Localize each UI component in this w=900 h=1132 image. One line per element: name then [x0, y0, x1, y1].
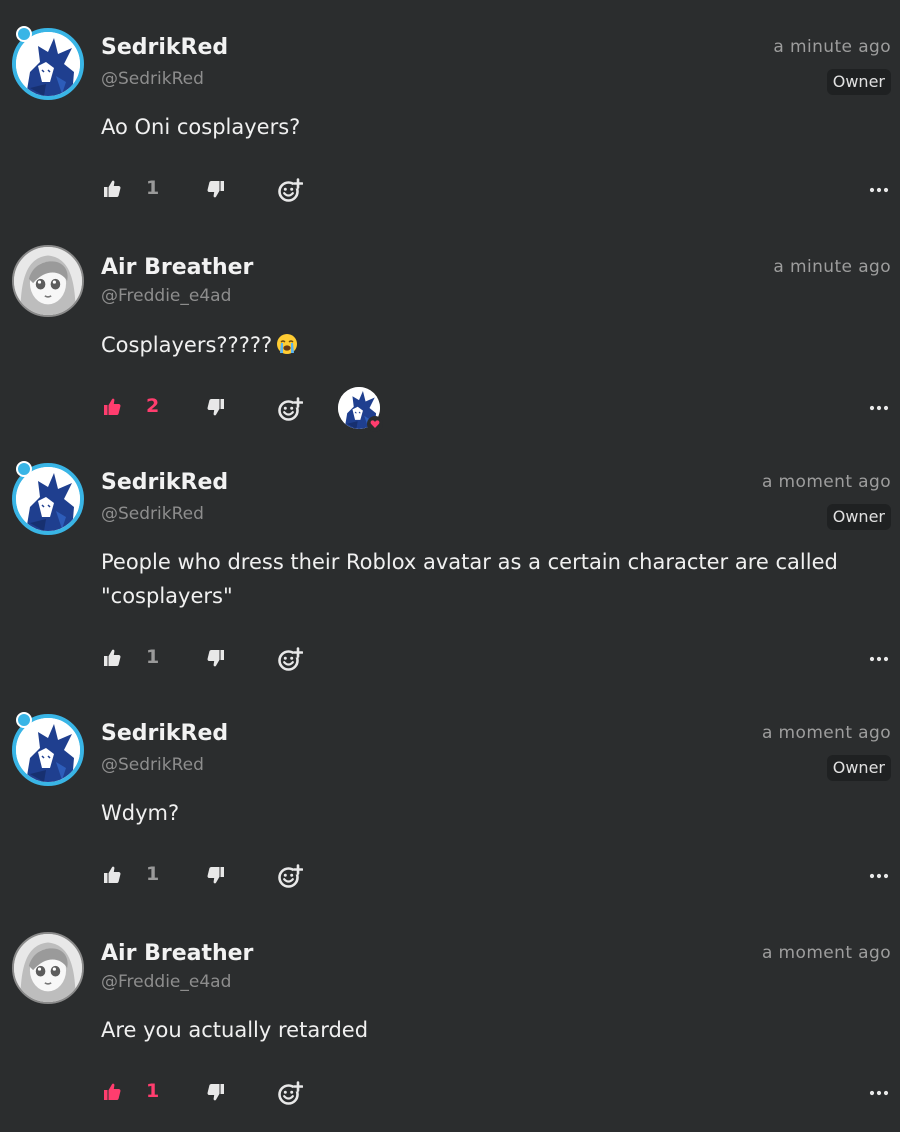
loudly-crying-face-icon [277, 334, 298, 354]
more-options-icon [869, 187, 889, 193]
avatar[interactable] [12, 932, 84, 1004]
dislike-button[interactable] [205, 647, 227, 669]
more-options-icon [869, 405, 889, 411]
like-count: 2 [146, 395, 160, 417]
thumbs-down-icon [206, 1082, 226, 1102]
avatar-badge-icon [16, 26, 32, 42]
add-reaction-icon [277, 863, 303, 889]
add-reaction-button[interactable] [276, 645, 303, 672]
comment-text: Ao Oni cosplayers? [101, 115, 301, 139]
display-name[interactable]: SedrikRed [101, 721, 228, 746]
more-options-icon [869, 873, 889, 879]
timestamp: a minute ago [773, 37, 891, 57]
comment-text: People who dress their Roblox avatar as … [101, 550, 838, 608]
dislike-button[interactable] [205, 396, 227, 418]
dislike-button[interactable] [205, 178, 227, 200]
thumbs-up-icon [102, 179, 122, 199]
more-options-icon [869, 1090, 889, 1096]
comment-text: Are you actually retarded [101, 1018, 369, 1042]
like-button[interactable] [101, 647, 123, 669]
thumbs-down-icon [206, 179, 226, 199]
add-reaction-button[interactable] [276, 862, 303, 889]
heart-icon [367, 416, 383, 432]
more-options-icon [869, 656, 889, 662]
avatar-badge-icon [16, 712, 32, 728]
user-handle[interactable]: @Freddie_e4ad [101, 286, 231, 306]
comment-text-content: Cosplayers????? [101, 333, 273, 357]
add-reaction-button[interactable] [276, 1079, 303, 1106]
user-handle[interactable]: @SedrikRed [101, 504, 204, 524]
display-name[interactable]: Air Breather [101, 255, 253, 280]
display-name[interactable]: Air Breather [101, 941, 253, 966]
thumbs-up-icon [102, 648, 122, 668]
timestamp: a moment ago [761, 723, 891, 743]
timestamp: a moment ago [761, 943, 891, 963]
reaction-user-avatar[interactable] [338, 387, 383, 432]
thumbs-down-icon [206, 397, 226, 417]
owner-badge: Owner [826, 69, 891, 95]
avatar-badge-icon [16, 461, 32, 477]
like-button[interactable] [101, 396, 123, 418]
add-reaction-icon [277, 396, 303, 422]
avatar[interactable] [12, 245, 84, 317]
like-count: 1 [146, 646, 160, 668]
more-options-button[interactable] [868, 1088, 890, 1098]
more-options-button[interactable] [868, 871, 890, 881]
owner-badge: Owner [826, 504, 891, 530]
thumbs-down-icon [206, 865, 226, 885]
user-handle[interactable]: @Freddie_e4ad [101, 972, 231, 992]
add-reaction-icon [277, 177, 303, 203]
timestamp: a minute ago [773, 257, 891, 277]
add-reaction-icon [277, 1080, 303, 1106]
like-count: 1 [146, 177, 160, 199]
like-button[interactable] [101, 178, 123, 200]
thumbs-up-icon [102, 1082, 122, 1102]
user-handle[interactable]: @SedrikRed [101, 755, 204, 775]
dislike-button[interactable] [205, 864, 227, 886]
display-name[interactable]: SedrikRed [101, 35, 228, 60]
add-reaction-button[interactable] [276, 176, 303, 203]
display-name[interactable]: SedrikRed [101, 470, 228, 495]
more-options-button[interactable] [868, 403, 890, 413]
thumbs-up-icon [102, 397, 122, 417]
like-button[interactable] [101, 1081, 123, 1103]
add-reaction-icon [277, 646, 303, 672]
thumbs-up-icon [102, 865, 122, 885]
comment-text: Wdym? [101, 801, 180, 825]
user-handle[interactable]: @SedrikRed [101, 69, 204, 89]
like-count: 1 [146, 863, 160, 885]
comment-text: Cosplayers????? [101, 328, 881, 362]
dislike-button[interactable] [205, 1081, 227, 1103]
more-options-button[interactable] [868, 654, 890, 664]
add-reaction-button[interactable] [276, 395, 303, 422]
owner-badge: Owner [826, 755, 891, 781]
like-count: 1 [146, 1080, 160, 1102]
timestamp: a moment ago [761, 472, 891, 492]
thumbs-down-icon [206, 648, 226, 668]
more-options-button[interactable] [868, 185, 890, 195]
like-button[interactable] [101, 864, 123, 886]
